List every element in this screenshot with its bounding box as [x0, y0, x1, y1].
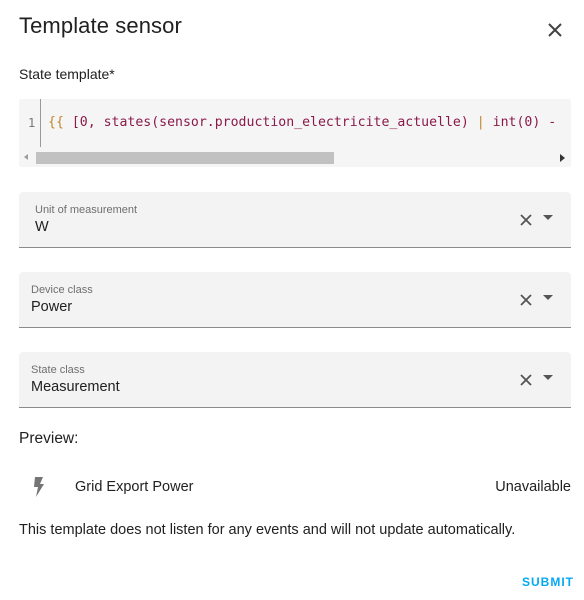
dropdown-arrow-icon[interactable] — [543, 215, 553, 220]
line-number: 1 — [28, 116, 36, 130]
field-value: W — [35, 219, 49, 235]
state-class-field[interactable]: State class Measurement — [19, 352, 571, 408]
entity-name: Grid Export Power — [75, 479, 194, 495]
template-info-text: This template does not listen for any ev… — [19, 522, 516, 538]
field-label: Unit of measurement — [35, 204, 138, 216]
scroll-right-arrow-icon[interactable] — [560, 154, 565, 162]
submit-button[interactable]: SUBMIT — [506, 570, 574, 594]
entity-state: Unavailable — [495, 479, 571, 495]
clear-icon[interactable] — [518, 372, 534, 388]
field-value: Measurement — [31, 379, 120, 395]
device-class-field[interactable]: Device class Power — [19, 272, 571, 328]
clear-icon[interactable] — [518, 212, 534, 228]
code-token-brace: {{ — [48, 115, 64, 130]
preview-entity-row[interactable]: Grid Export Power Unavailable — [19, 470, 571, 506]
field-value: Power — [31, 299, 73, 315]
scrollbar-thumb[interactable] — [36, 152, 334, 164]
dropdown-arrow-icon[interactable] — [543, 375, 553, 380]
preview-heading: Preview: — [19, 430, 79, 447]
code-token-pipe: | — [476, 115, 485, 130]
scroll-left-arrow-icon[interactable] — [24, 154, 28, 160]
state-template-label: State template* — [19, 66, 115, 82]
clear-icon[interactable] — [518, 292, 534, 308]
editor-cursor — [40, 99, 41, 147]
state-template-editor[interactable]: 1 {{ [0, states(sensor.production_electr… — [19, 99, 571, 167]
flash-icon — [34, 477, 44, 497]
field-label: State class — [31, 364, 85, 376]
dropdown-arrow-icon[interactable] — [543, 295, 553, 300]
close-icon — [548, 23, 562, 37]
code-line[interactable]: {{ [0, states(sensor.production_electric… — [48, 115, 556, 130]
horizontal-scrollbar[interactable] — [19, 151, 571, 165]
field-label: Device class — [31, 284, 93, 296]
template-sensor-dialog: Template sensor State template* 1 {{ [0,… — [0, 0, 584, 600]
code-token-text: [0, states(sensor.production_electricite… — [63, 115, 477, 130]
unit-of-measurement-field[interactable]: Unit of measurement W — [19, 192, 571, 248]
close-button[interactable] — [539, 14, 571, 46]
dialog-title: Template sensor — [19, 13, 182, 38]
code-token-tail: int(0) - — [484, 115, 557, 130]
editor-gutter: 1 — [19, 99, 41, 147]
